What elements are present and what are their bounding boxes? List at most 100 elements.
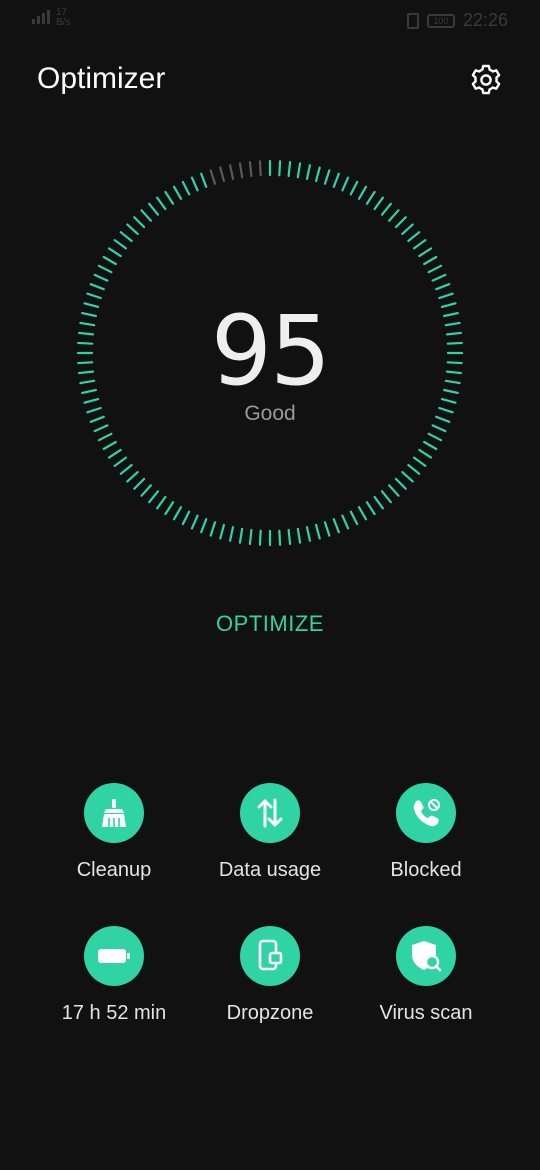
dial-tick-active [349, 180, 359, 196]
dial-tick-inactive [228, 164, 235, 180]
dial-tick-active [219, 523, 226, 540]
dial-tick-active [172, 506, 183, 521]
dial-tick-active [172, 185, 183, 200]
dial-tick-active [248, 528, 253, 546]
tool-label: 17 h 52 min [61, 1002, 167, 1024]
dial-tick-active [435, 283, 451, 291]
dial-tick-active [119, 463, 133, 475]
dial-tick-active [156, 495, 167, 510]
dial-tick-active [148, 202, 160, 216]
data-usage-icon-circle [240, 783, 300, 843]
dial-tick-active [305, 164, 312, 180]
dial-tick-inactive [209, 169, 217, 185]
battery-icon-circle [84, 926, 144, 986]
tool-virus-scan[interactable]: Virus scan [336, 926, 516, 1025]
dial-tick-active [349, 510, 359, 526]
score-dial [76, 159, 464, 547]
dial-tick-active [107, 247, 122, 258]
dial-tick-active [423, 255, 438, 266]
dial-tick-active [418, 247, 433, 258]
tool-data-usage[interactable]: Data usage [180, 783, 360, 882]
dial-tick-active [190, 514, 199, 530]
dial-tick-active [181, 510, 191, 526]
dial-tick-active [314, 523, 321, 540]
dial-tick-active [107, 448, 122, 459]
dial-tick-active [418, 448, 433, 459]
dial-tick-active [287, 160, 292, 178]
dial-tick-active [388, 209, 400, 222]
optimize-button[interactable]: OPTIMIZE [170, 606, 370, 642]
dial-tick-inactive [248, 160, 253, 178]
dial-tick-active [296, 527, 302, 544]
dial-tick-active [365, 501, 376, 516]
dial-tick-active [412, 239, 427, 250]
dial-tick-active [156, 196, 167, 211]
dial-tick-active [113, 239, 128, 250]
virus-scan-icon [412, 941, 442, 972]
dial-tick-inactive [238, 162, 244, 179]
dial-tick-active [373, 495, 384, 510]
dial-tick-inactive [258, 160, 262, 177]
score-value: 95 [210, 295, 331, 407]
blocked-call-icon [413, 799, 440, 827]
dial-tick-active [407, 231, 421, 243]
dial-tick-active [380, 202, 392, 216]
dial-tick-active [323, 169, 331, 185]
dial-tick-active [296, 162, 302, 179]
dial-tick-active [140, 209, 152, 222]
tool-label: Blocked [390, 859, 462, 881]
dial-tick-active [93, 424, 109, 433]
tool-dropzone[interactable]: Dropzone [180, 926, 360, 1025]
dial-tick-active [341, 514, 350, 530]
dial-tick-active [258, 529, 262, 546]
dial-tick-active [341, 176, 350, 192]
dial-tick-active [133, 477, 146, 490]
dial-tick-active [380, 490, 392, 504]
dial-tick-active [148, 490, 160, 504]
dial-tick-inactive [219, 166, 226, 183]
cleanup-icon-circle [84, 783, 144, 843]
dial-tick-active [238, 527, 244, 544]
dial-tick-active [113, 456, 128, 467]
dial-tick-active [278, 160, 282, 177]
dial-tick-active [323, 521, 331, 537]
tool-battery[interactable]: 17 h 52 min [24, 926, 204, 1025]
dial-tick-active [287, 528, 292, 546]
dial-tick-active [126, 223, 139, 235]
dial-tick-active [93, 273, 109, 282]
dial-tick-active [357, 185, 368, 200]
dial-tick-active [97, 432, 113, 442]
dial-tick-active [394, 216, 407, 229]
dial-tick-active [431, 273, 447, 282]
dial-tick-active [278, 529, 282, 546]
dial-tick-active [365, 190, 376, 205]
dial-tick-active [423, 440, 438, 451]
dial-tick-active [97, 264, 113, 274]
tool-label: Virus scan [379, 1002, 473, 1024]
tool-label: Data usage [218, 859, 322, 881]
tool-blocked[interactable]: Blocked [336, 783, 516, 882]
dial-tick-active [140, 484, 152, 497]
score-status: Good [244, 402, 296, 425]
dial-tick-active [401, 471, 414, 483]
dial-tick-active [133, 216, 146, 229]
dial-tick-active [373, 196, 384, 211]
virus-scan-icon-circle [396, 926, 456, 986]
dial-tick-active [407, 463, 421, 475]
dial-tick-active [388, 484, 400, 497]
dial-tick-active [357, 506, 368, 521]
dial-tick-active [164, 501, 175, 516]
dial-tick-active [427, 264, 443, 274]
dial-tick-active [427, 432, 443, 442]
dial-tick-active [89, 283, 105, 291]
battery-icon [98, 949, 130, 963]
dial-tick-active [200, 518, 208, 534]
blocked-icon-circle [396, 783, 456, 843]
tool-cleanup[interactable]: Cleanup [24, 783, 204, 882]
dial-tick-active [181, 180, 191, 196]
tool-label: Cleanup [76, 859, 152, 881]
dial-tick-active [394, 477, 407, 490]
dial-tick-active [305, 526, 312, 542]
dial-tick-active [401, 223, 414, 235]
dial-tick-active [412, 456, 427, 467]
